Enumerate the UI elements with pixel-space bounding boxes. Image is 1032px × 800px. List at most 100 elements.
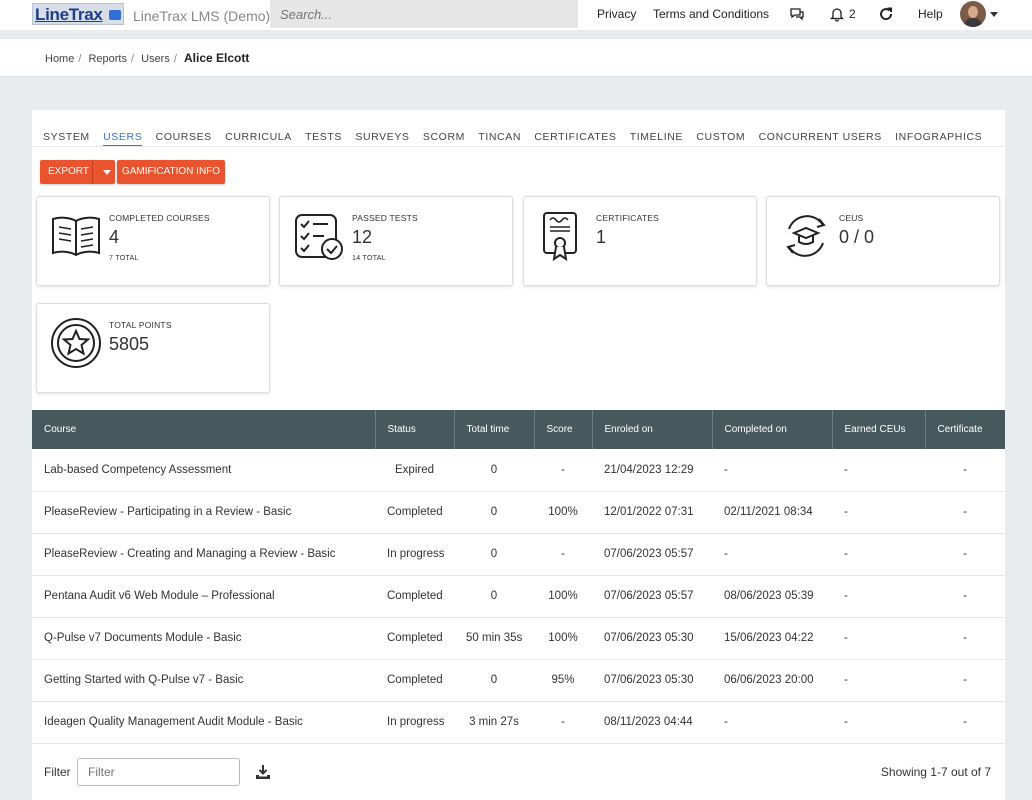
total-time-cell: 0 — [454, 659, 534, 702]
search-input[interactable] — [270, 0, 578, 28]
table-row[interactable]: Getting Started with Q-Pulse v7 - Basic … — [32, 659, 1005, 702]
column-header[interactable]: Certificate — [925, 410, 1005, 449]
score-cell: 100% — [534, 491, 592, 534]
table-row[interactable]: Q-Pulse v7 Documents Module - Basic Comp… — [32, 617, 1005, 660]
star-badge-icon — [51, 318, 101, 368]
tab-certificates[interactable]: CERTIFICATES — [534, 131, 616, 145]
score-cell: - — [534, 701, 592, 744]
filter-input[interactable] — [77, 758, 240, 786]
course-name[interactable]: Lab-based Competency Assessment — [32, 449, 375, 492]
table-row[interactable]: PleaseReview - Creating and Managing a R… — [32, 533, 1005, 576]
top-navbar: LineTrax LineTrax LMS (Demo) Privacy Ter… — [0, 0, 1032, 30]
table-row[interactable]: Pentana Audit v6 Web Module – Profession… — [32, 575, 1005, 618]
export-button[interactable]: EXPORT — [40, 160, 115, 184]
help-link[interactable]: Help — [918, 7, 943, 21]
column-header[interactable]: Total time — [454, 410, 535, 449]
score-cell: 100% — [534, 617, 592, 660]
course-name[interactable]: Getting Started with Q-Pulse v7 - Basic — [32, 659, 375, 702]
privacy-link[interactable]: Privacy — [597, 7, 636, 21]
stat-value: 0 / 0 — [839, 227, 875, 247]
table-row[interactable]: Lab-based Competency Assessment Expired … — [32, 449, 1005, 492]
pagination-summary: Showing 1-7 out of 7 — [880, 765, 991, 779]
logo-mark-icon — [109, 10, 121, 20]
linetrax-logo[interactable]: LineTrax — [32, 3, 124, 25]
stat-passed-tests: PASSED TESTS 12 14 TOTAL — [279, 196, 513, 286]
tab-scorm[interactable]: SCORM — [423, 131, 465, 145]
certificate-cell: - — [925, 659, 1005, 702]
certificate-cell: - — [925, 449, 1005, 492]
tab-custom[interactable]: CUSTOM — [696, 131, 745, 145]
tab-concurrent-users[interactable]: CONCURRENT USERS — [759, 131, 882, 145]
column-header[interactable]: Course — [32, 410, 376, 449]
tab-tincan[interactable]: TINCAN — [478, 131, 521, 145]
column-header[interactable]: Enroled on — [592, 410, 713, 449]
tab-courses[interactable]: COURSES — [156, 131, 212, 145]
breadcrumb-reports[interactable]: Reports — [88, 53, 127, 65]
total-time-cell: 50 min 35s — [454, 617, 534, 660]
download-icon[interactable] — [255, 764, 271, 780]
chat-icon[interactable] — [789, 6, 805, 22]
completed-on-cell: - — [712, 449, 832, 492]
open-book-icon — [52, 216, 100, 257]
total-time-cell: 0 — [454, 533, 534, 576]
course-name[interactable]: PleaseReview - Participating in a Review… — [32, 491, 375, 534]
table-row[interactable]: PleaseReview - Participating in a Review… — [32, 491, 1005, 534]
bell-icon[interactable] — [829, 6, 845, 22]
chevron-down-icon[interactable] — [990, 12, 998, 17]
course-name[interactable]: Pentana Audit v6 Web Module – Profession… — [32, 575, 375, 618]
column-header[interactable]: Earned CEUs — [832, 410, 926, 449]
earned-ceus-cell: - — [832, 491, 925, 534]
user-report-card: SYSTEM USERS COURSES CURRICULA TESTS SUR… — [32, 110, 1005, 800]
total-time-cell: 0 — [454, 491, 534, 534]
gamification-info-button[interactable]: GAMIFICATION INFO — [117, 160, 225, 184]
stat-label: CEUS — [839, 213, 864, 223]
terms-link[interactable]: Terms and Conditions — [653, 7, 769, 21]
tab-surveys[interactable]: SURVEYS — [355, 131, 409, 145]
completed-on-cell: 02/11/2021 08:34 — [712, 491, 832, 534]
earned-ceus-cell: - — [832, 659, 925, 702]
user-avatar[interactable] — [960, 1, 986, 27]
stat-value: 4 — [109, 227, 120, 247]
export-label: EXPORT — [48, 166, 89, 177]
enroled-on-cell: 07/06/2023 05:57 — [592, 575, 712, 618]
enroled-on-cell: 07/06/2023 05:30 — [592, 659, 712, 702]
tabs-divider — [32, 146, 1005, 147]
tab-system[interactable]: SYSTEM — [43, 131, 90, 145]
filter-label: Filter — [44, 765, 71, 779]
tab-tests[interactable]: TESTS — [305, 131, 342, 145]
report-tabs: SYSTEM USERS COURSES CURRICULA TESTS SUR… — [43, 129, 992, 147]
column-header[interactable]: Completed on — [712, 410, 833, 449]
total-time-cell: 0 — [454, 575, 534, 618]
courses-table: Course Status Total time Score Enroled o… — [32, 410, 1005, 744]
completed-on-cell: 08/06/2023 05:39 — [712, 575, 832, 618]
certificate-cell: - — [925, 491, 1005, 534]
tab-curricula[interactable]: CURRICULA — [225, 131, 292, 145]
column-header[interactable]: Status — [375, 410, 455, 449]
app-title: LineTrax LMS (Demo) — [133, 8, 271, 24]
tab-users[interactable]: USERS — [103, 131, 143, 147]
breadcrumb: Home / Reports / Users / Alice Elcott — [45, 51, 250, 65]
earned-ceus-cell: - — [832, 617, 925, 660]
export-dropdown-icon[interactable] — [103, 170, 111, 175]
certificate-cell: - — [925, 533, 1005, 576]
tab-timeline[interactable]: TIMELINE — [630, 131, 683, 145]
stat-label: PASSED TESTS — [352, 213, 418, 223]
status-cell: Completed — [375, 659, 454, 702]
refresh-icon[interactable] — [878, 6, 894, 22]
tab-infographics[interactable]: INFOGRAPHICS — [895, 131, 982, 145]
stat-label: COMPLETED COURSES — [109, 213, 210, 223]
status-cell: Completed — [375, 491, 454, 534]
stat-completed-courses: COMPLETED COURSES 4 7 TOTAL — [36, 196, 270, 286]
breadcrumb-bar: Home / Reports / Users / Alice Elcott — [0, 38, 1032, 77]
column-header[interactable]: Score — [534, 410, 593, 449]
earned-ceus-cell: - — [832, 533, 925, 576]
breadcrumb-home[interactable]: Home — [45, 53, 74, 65]
status-cell: In progress — [375, 701, 454, 744]
table-header-row: Course Status Total time Score Enroled o… — [32, 410, 1005, 449]
table-row[interactable]: Ideagen Quality Management Audit Module … — [32, 701, 1005, 744]
certificate-cell: - — [925, 617, 1005, 660]
breadcrumb-users[interactable]: Users — [141, 53, 170, 65]
course-name[interactable]: Q-Pulse v7 Documents Module - Basic — [32, 617, 375, 660]
course-name[interactable]: Ideagen Quality Management Audit Module … — [32, 701, 375, 744]
course-name[interactable]: PleaseReview - Creating and Managing a R… — [32, 533, 375, 576]
